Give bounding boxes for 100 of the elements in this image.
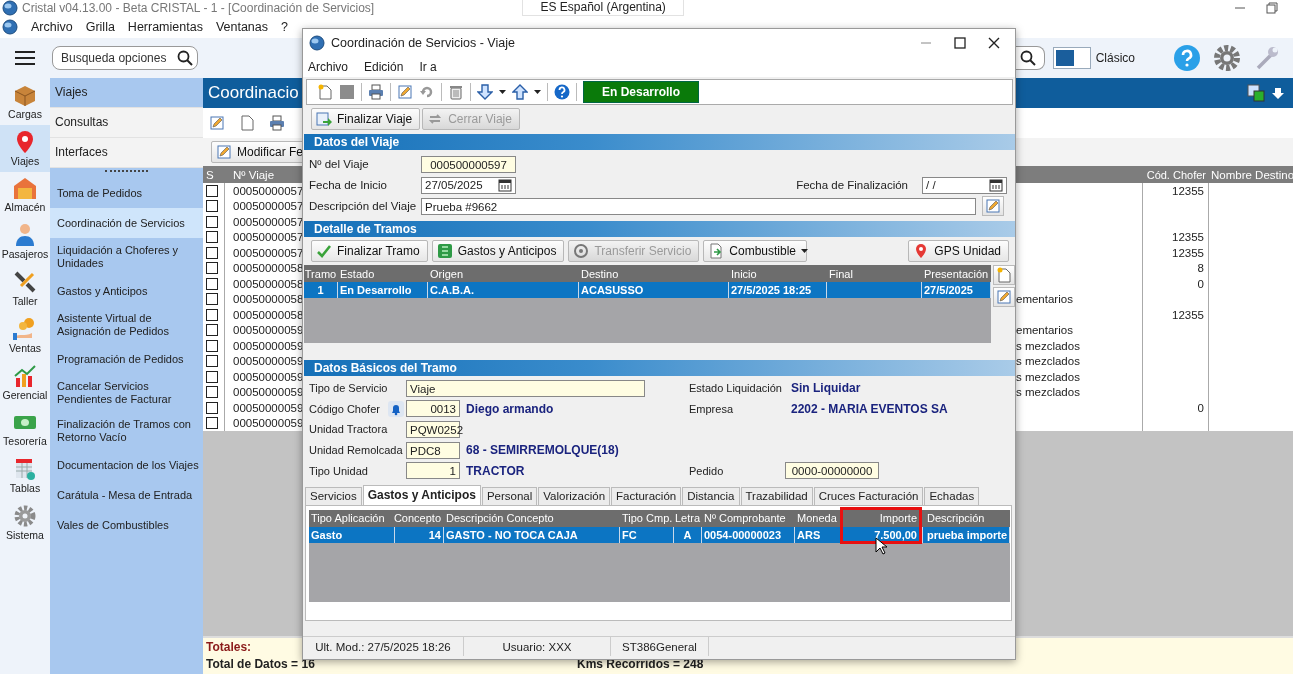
tab[interactable]: Servicios xyxy=(305,486,362,505)
input-field[interactable]: 0013 xyxy=(406,400,460,418)
input-field[interactable]: PDC8 xyxy=(406,441,460,459)
edit-icon[interactable] xyxy=(397,84,413,100)
input-field[interactable]: 1 xyxy=(406,462,460,480)
search-field[interactable]: Busqueda opciones xyxy=(52,46,198,70)
module-tile[interactable]: Sistema xyxy=(0,499,50,546)
bell-icon[interactable] xyxy=(388,400,404,417)
settings-icon[interactable] xyxy=(1213,44,1241,72)
tab[interactable]: Personal xyxy=(481,486,538,505)
calendar-icon[interactable] xyxy=(498,178,512,192)
menu-item[interactable]: Grilla xyxy=(85,20,115,34)
menu-item[interactable]: Archivo xyxy=(31,20,73,34)
checkbox[interactable] xyxy=(206,355,218,368)
grid-row[interactable]: 1 En Desarrollo C.A.B.A. ACASUSSO 27/5/2025 18:25 27/5/2025 xyxy=(304,282,991,298)
action-button[interactable]: Finalizar Viaje xyxy=(311,108,421,130)
submenu-item[interactable]: Liquidación a Choferes y Unidades xyxy=(50,238,203,276)
caret-icon[interactable] xyxy=(499,90,506,94)
checkbox[interactable] xyxy=(206,386,218,399)
module-tile[interactable]: Pasajeros xyxy=(0,218,50,266)
tab[interactable]: Gastos y Anticipos xyxy=(362,484,481,505)
tab[interactable]: Trazabilidad xyxy=(740,486,813,505)
trip-number-field[interactable]: 000500000597 xyxy=(421,155,516,173)
description-field[interactable]: Prueba #9662 xyxy=(421,197,976,215)
submenu-item[interactable]: Vales de Combustibles xyxy=(50,510,203,540)
module-tile[interactable]: Viajes xyxy=(0,124,50,172)
arrow-up-icon[interactable] xyxy=(512,84,528,100)
menu-item[interactable]: Archivo xyxy=(308,60,348,74)
action-button[interactable]: Combustible xyxy=(703,240,808,262)
trash-icon[interactable] xyxy=(448,84,464,100)
caret-icon[interactable] xyxy=(534,90,541,94)
date-field[interactable]: 27/05/2025 xyxy=(421,176,516,194)
tab[interactable]: Valorización xyxy=(538,486,611,505)
checkbox[interactable] xyxy=(206,231,218,244)
submenu-item[interactable]: Asistente Virtual de Asignación de Pedidos xyxy=(50,306,203,344)
checkbox[interactable] xyxy=(206,308,218,321)
edit-icon[interactable] xyxy=(209,115,225,131)
submenu-item[interactable]: Carátula - Mesa de Entrada xyxy=(50,480,203,510)
checkbox[interactable] xyxy=(206,262,218,275)
arrow-down-icon[interactable] xyxy=(477,84,493,100)
search-icon[interactable] xyxy=(177,50,193,66)
tab[interactable]: Cruces Facturación xyxy=(813,486,924,505)
module-tile[interactable]: Taller xyxy=(0,265,50,312)
checkbox[interactable] xyxy=(206,417,218,430)
document-icon[interactable] xyxy=(239,115,255,131)
action-button[interactable]: Finalizar Tramo xyxy=(311,240,428,262)
checkbox[interactable] xyxy=(206,293,218,306)
module-tile[interactable]: Ventas xyxy=(0,312,50,359)
menu-item[interactable]: Herramientas xyxy=(127,20,203,34)
module-tile[interactable]: Cargas xyxy=(0,78,50,125)
input-field[interactable]: 0000-00000000 xyxy=(785,462,879,480)
module-tile[interactable]: Tablas xyxy=(0,452,50,500)
submenu-item[interactable]: Cancelar Servicios Pendientes de Facturar xyxy=(50,374,203,412)
print-icon[interactable] xyxy=(368,84,384,100)
menu-item[interactable]: Ventanas xyxy=(215,20,269,34)
restore-icon[interactable] xyxy=(1265,1,1279,15)
windows-icon[interactable] xyxy=(1247,84,1265,102)
help-icon[interactable] xyxy=(554,84,570,100)
module-tile[interactable]: Gerencial xyxy=(0,358,50,406)
module-tile[interactable]: Tesorería xyxy=(0,405,50,453)
undo-icon[interactable] xyxy=(419,84,435,100)
maximize-icon[interactable] xyxy=(953,36,967,50)
calendar-icon[interactable] xyxy=(989,178,1003,192)
tab[interactable]: Echadas xyxy=(924,486,980,505)
search-icon[interactable] xyxy=(1019,50,1036,66)
close-icon[interactable] xyxy=(987,36,1001,50)
checkbox[interactable] xyxy=(206,184,218,197)
menu-item[interactable]: Ir a xyxy=(419,60,437,74)
checkbox[interactable] xyxy=(206,339,218,352)
input-field[interactable]: Viaje xyxy=(406,379,645,397)
tab[interactable]: Distancia xyxy=(682,486,740,505)
submenu-item[interactable]: Gastos y Anticipos xyxy=(50,276,203,306)
checkbox[interactable] xyxy=(206,246,218,259)
date-field[interactable]: / / xyxy=(922,176,1007,194)
edit-button[interactable] xyxy=(993,287,1015,307)
submenu-item[interactable]: Coordinación de Servicios xyxy=(50,208,203,238)
print-icon[interactable] xyxy=(269,115,285,131)
checkbox[interactable] xyxy=(206,324,218,337)
submenu-item[interactable]: Toma de Pedidos xyxy=(50,178,203,208)
square-icon[interactable] xyxy=(339,84,355,100)
gps-button[interactable]: GPS Unidad xyxy=(908,240,1009,262)
checkbox[interactable] xyxy=(206,370,218,383)
submenu-item[interactable]: Documentacion de los Viajes xyxy=(50,450,203,480)
nav-section[interactable]: Viajes xyxy=(50,78,203,108)
arrow-down-icon[interactable] xyxy=(1271,86,1285,100)
menu-icon[interactable] xyxy=(15,50,35,66)
new-document-icon[interactable] xyxy=(317,84,333,100)
checkbox[interactable] xyxy=(206,215,218,228)
module-tile[interactable]: Almacén xyxy=(0,171,50,219)
checkbox[interactable] xyxy=(206,401,218,414)
checkbox[interactable] xyxy=(206,277,218,290)
action-button[interactable]: Gastos y Anticipos xyxy=(431,240,565,262)
submenu-item[interactable]: Programación de Pedidos xyxy=(50,344,203,374)
checkbox[interactable] xyxy=(206,200,218,213)
help-icon[interactable] xyxy=(1173,44,1201,72)
submenu-item[interactable]: Finalización de Tramos con Retorno Vacío xyxy=(50,412,203,450)
toggle-switch-icon[interactable] xyxy=(1052,47,1091,69)
menu-item[interactable]: ? xyxy=(281,20,288,34)
menu-item[interactable]: Edición xyxy=(364,60,404,74)
tab[interactable]: Facturación xyxy=(611,486,682,505)
